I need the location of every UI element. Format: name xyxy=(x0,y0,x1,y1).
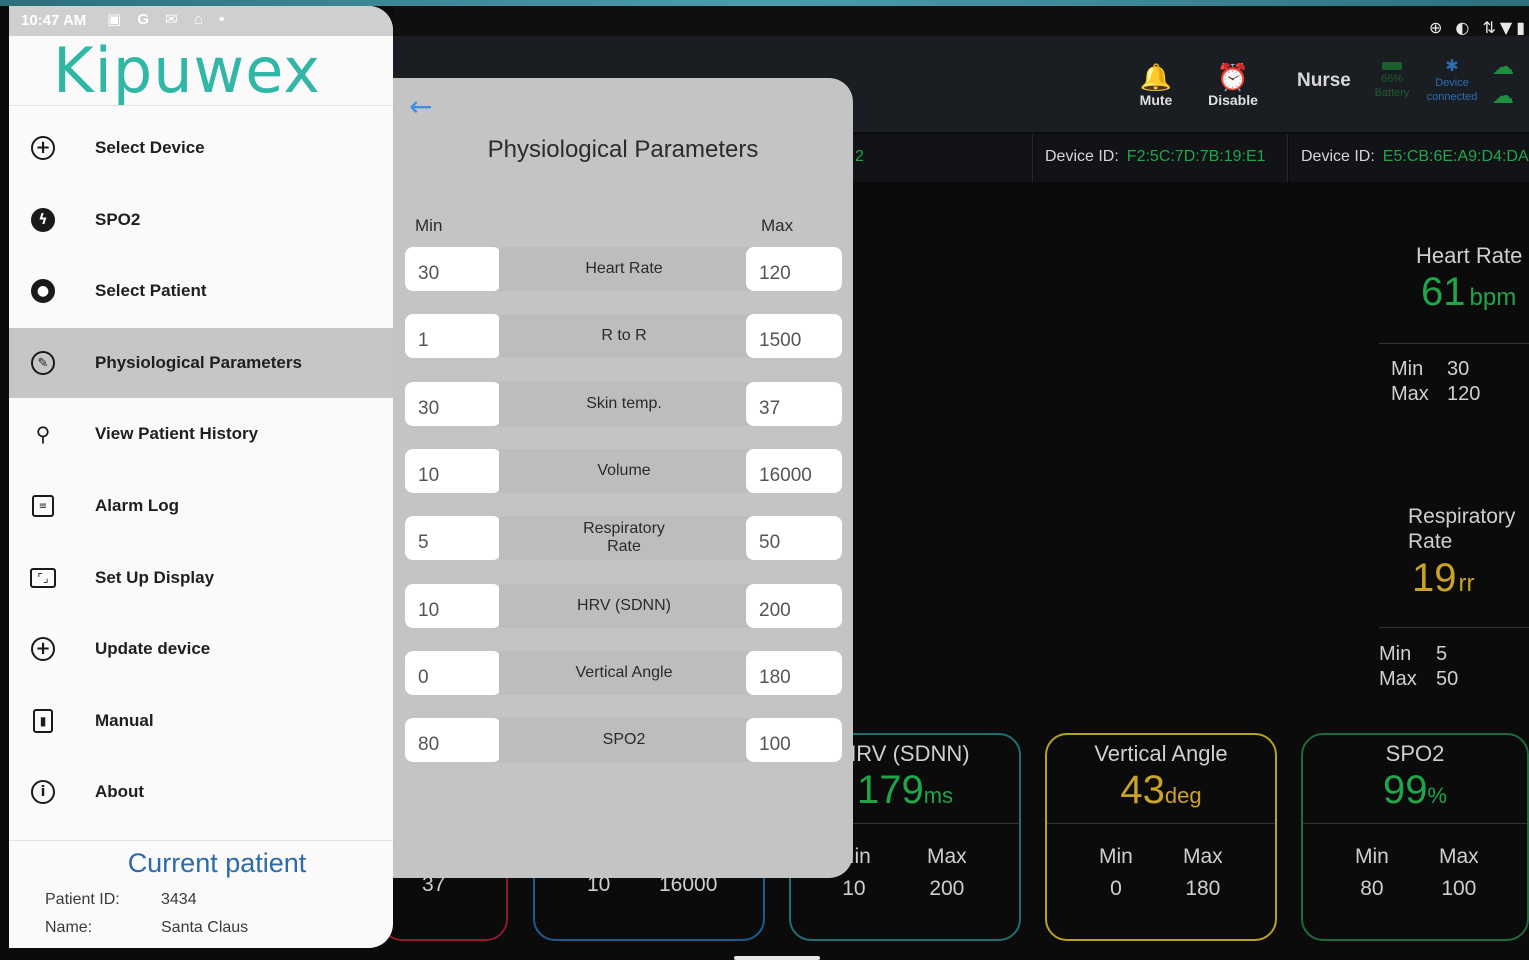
hrv-max-input[interactable]: 200 xyxy=(746,584,842,628)
heart-rate-value: 61 bpm xyxy=(1421,270,1517,314)
connection-status: ✱ Device connected xyxy=(1422,58,1482,104)
param-label: Heart Rate xyxy=(499,247,749,291)
param-label: Vertical Angle xyxy=(499,651,749,695)
nav-set-up-display[interactable]: ⌜⌟ Set Up Display xyxy=(9,543,393,613)
cloud-upload-icon[interactable]: ☁ xyxy=(1492,83,1514,109)
param-row-heart-rate: 30 Heart Rate 120 xyxy=(405,247,842,291)
dialog-title: Physiological Parameters xyxy=(487,136,759,163)
min-column-label: Min xyxy=(415,216,443,235)
patient-name-row: Name: Santa Claus xyxy=(45,919,249,936)
param-label: Respiratory Rate xyxy=(499,516,749,560)
param-row-volume: 10 Volume 16000 xyxy=(405,449,842,493)
nav-select-patient[interactable]: ● Select Patient xyxy=(9,256,393,326)
mute-button[interactable]: 🔔 Mute xyxy=(1132,62,1180,108)
disable-button[interactable]: ⏰ Disable xyxy=(1203,62,1263,108)
heart-rate-min-input[interactable]: 30 xyxy=(405,247,501,291)
volume-max-input[interactable]: 16000 xyxy=(746,449,842,493)
r-to-r-min-input[interactable]: 1 xyxy=(405,314,501,358)
resp-rate-value: 19rr xyxy=(1412,556,1475,600)
home-indicator xyxy=(734,956,820,960)
physiological-parameters-dialog: ← Physiological Parameters Min Max 30 He… xyxy=(393,78,853,878)
aspect-ratio-icon: ⌜⌟ xyxy=(29,564,57,592)
param-row-r-to-r: 1 R to R 1500 xyxy=(405,314,842,358)
param-label: Skin temp. xyxy=(499,382,749,426)
param-row-hrv: 10 HRV (SDNN) 200 xyxy=(405,584,842,628)
nav-physiological-parameters[interactable]: ✎ Physiological Parameters xyxy=(9,328,393,398)
respiratory-rate-min-input[interactable]: 5 xyxy=(405,516,501,560)
param-label: HRV (SDNN) xyxy=(499,584,749,628)
bell-icon: 🔔 xyxy=(1139,62,1173,92)
account-circle-icon: ● xyxy=(29,277,57,305)
param-row-spo2: 80 SPO2 100 xyxy=(405,718,842,762)
device-id-2: Device ID: E5:CB:6E:A9:D4:DA xyxy=(1301,148,1529,165)
hrv-min-input[interactable]: 10 xyxy=(405,584,501,628)
divider xyxy=(9,840,393,841)
bluetooth-icon: ✱ xyxy=(1445,58,1459,75)
notification-icons: ▣ G ✉ ⌂ • xyxy=(107,11,231,28)
drawer-status-bar: 10:47 AM ▣ G ✉ ⌂ • xyxy=(9,6,393,36)
system-status-icons: ⊕ ◐ ⇅▼▮ xyxy=(1428,18,1529,37)
param-label: Volume xyxy=(499,449,749,493)
bolt-circle-icon: ϟ xyxy=(29,206,57,234)
person-search-icon: ⚲ xyxy=(35,422,51,446)
divider xyxy=(9,105,393,106)
battery-icon xyxy=(1382,62,1402,70)
divider xyxy=(1379,343,1529,344)
clock: 10:47 AM xyxy=(21,12,87,29)
divider xyxy=(1379,627,1529,628)
resp-rate-title: Respiratory Rate xyxy=(1408,505,1516,553)
skin-temp-min-input[interactable]: 30 xyxy=(405,382,501,426)
back-arrow-icon[interactable]: ← xyxy=(409,90,432,123)
param-label: SPO2 xyxy=(499,718,749,762)
spo2-card[interactable]: SPO2 99% Min 80 Max 100 xyxy=(1301,733,1529,941)
spo2-min-input[interactable]: 80 xyxy=(405,718,501,762)
cloud-upload-icon[interactable]: ☁ xyxy=(1492,54,1514,80)
respiratory-rate-max-input[interactable]: 50 xyxy=(746,516,842,560)
vertical-angle-max-input[interactable]: 180 xyxy=(746,651,842,695)
device-id-1: Device ID: F2:5C:7D:7B:19:E1 xyxy=(1045,148,1266,165)
param-label: R to R xyxy=(499,314,749,358)
alarm-clock-icon: ⏰ xyxy=(1216,62,1250,92)
vertical-angle-card[interactable]: Vertical Angle 43deg Min 0 Max 180 xyxy=(1045,733,1277,941)
nav-update-device[interactable]: + Update device xyxy=(9,614,393,684)
info-circle-icon: i xyxy=(29,778,57,806)
vertical-angle-value: 43deg xyxy=(1120,768,1202,812)
system-status-bar: ⊕ ◐ ⇅▼▮ xyxy=(393,6,1529,37)
spo2-max-input[interactable]: 100 xyxy=(746,718,842,762)
param-row-respiratory-rate: 5 Respiratory Rate 50 xyxy=(405,516,842,560)
clipboard-icon: ≡ xyxy=(29,492,57,520)
device-strip xyxy=(853,134,1033,182)
volume-min-input[interactable]: 10 xyxy=(405,449,501,493)
vertical-angle-min-input[interactable]: 0 xyxy=(405,651,501,695)
navigation-drawer: 10:47 AM ▣ G ✉ ⌂ • Kipuwex + Select Devi… xyxy=(9,6,393,948)
wrench-circle-icon: ✎ xyxy=(29,349,57,377)
heart-rate-limits: Min 30 Max 120 xyxy=(1391,358,1481,405)
nav-view-patient-history[interactable]: ⚲ View Patient History xyxy=(9,399,393,469)
param-row-vertical-angle: 0 Vertical Angle 180 xyxy=(405,651,842,695)
nav-about[interactable]: i About xyxy=(9,757,393,827)
param-row-skin-temp: 30 Skin temp. 37 xyxy=(405,382,842,426)
kipuwex-logo: Kipuwex xyxy=(53,34,321,107)
nav-select-device[interactable]: + Select Device xyxy=(9,113,393,183)
device-id-partial: 2 xyxy=(855,148,864,165)
nav-alarm-log[interactable]: ≡ Alarm Log xyxy=(9,471,393,541)
resp-rate-limits: Min 5 Max 50 xyxy=(1379,643,1459,690)
nav-manual[interactable]: ▮ Manual xyxy=(9,686,393,756)
nav-spo2[interactable]: ϟ SPO2 xyxy=(9,185,393,255)
heart-rate-title: Heart Rate xyxy=(1416,243,1523,268)
max-column-label: Max xyxy=(761,216,794,235)
bookmark-book-icon: ▮ xyxy=(29,707,57,735)
spo2-value: 99% xyxy=(1382,768,1448,812)
battery-status: 66% Battery xyxy=(1372,62,1412,100)
skin-temp-max-input[interactable]: 37 xyxy=(746,382,842,426)
r-to-r-max-input[interactable]: 1500 xyxy=(746,314,842,358)
current-patient-title: Current patient xyxy=(127,848,307,878)
plus-circle-icon: + xyxy=(29,635,57,663)
patient-id-row: Patient ID: 3434 xyxy=(45,891,197,908)
user-role: Nurse xyxy=(1297,70,1351,91)
plus-circle-icon: + xyxy=(29,134,57,162)
heart-rate-max-input[interactable]: 120 xyxy=(746,247,842,291)
